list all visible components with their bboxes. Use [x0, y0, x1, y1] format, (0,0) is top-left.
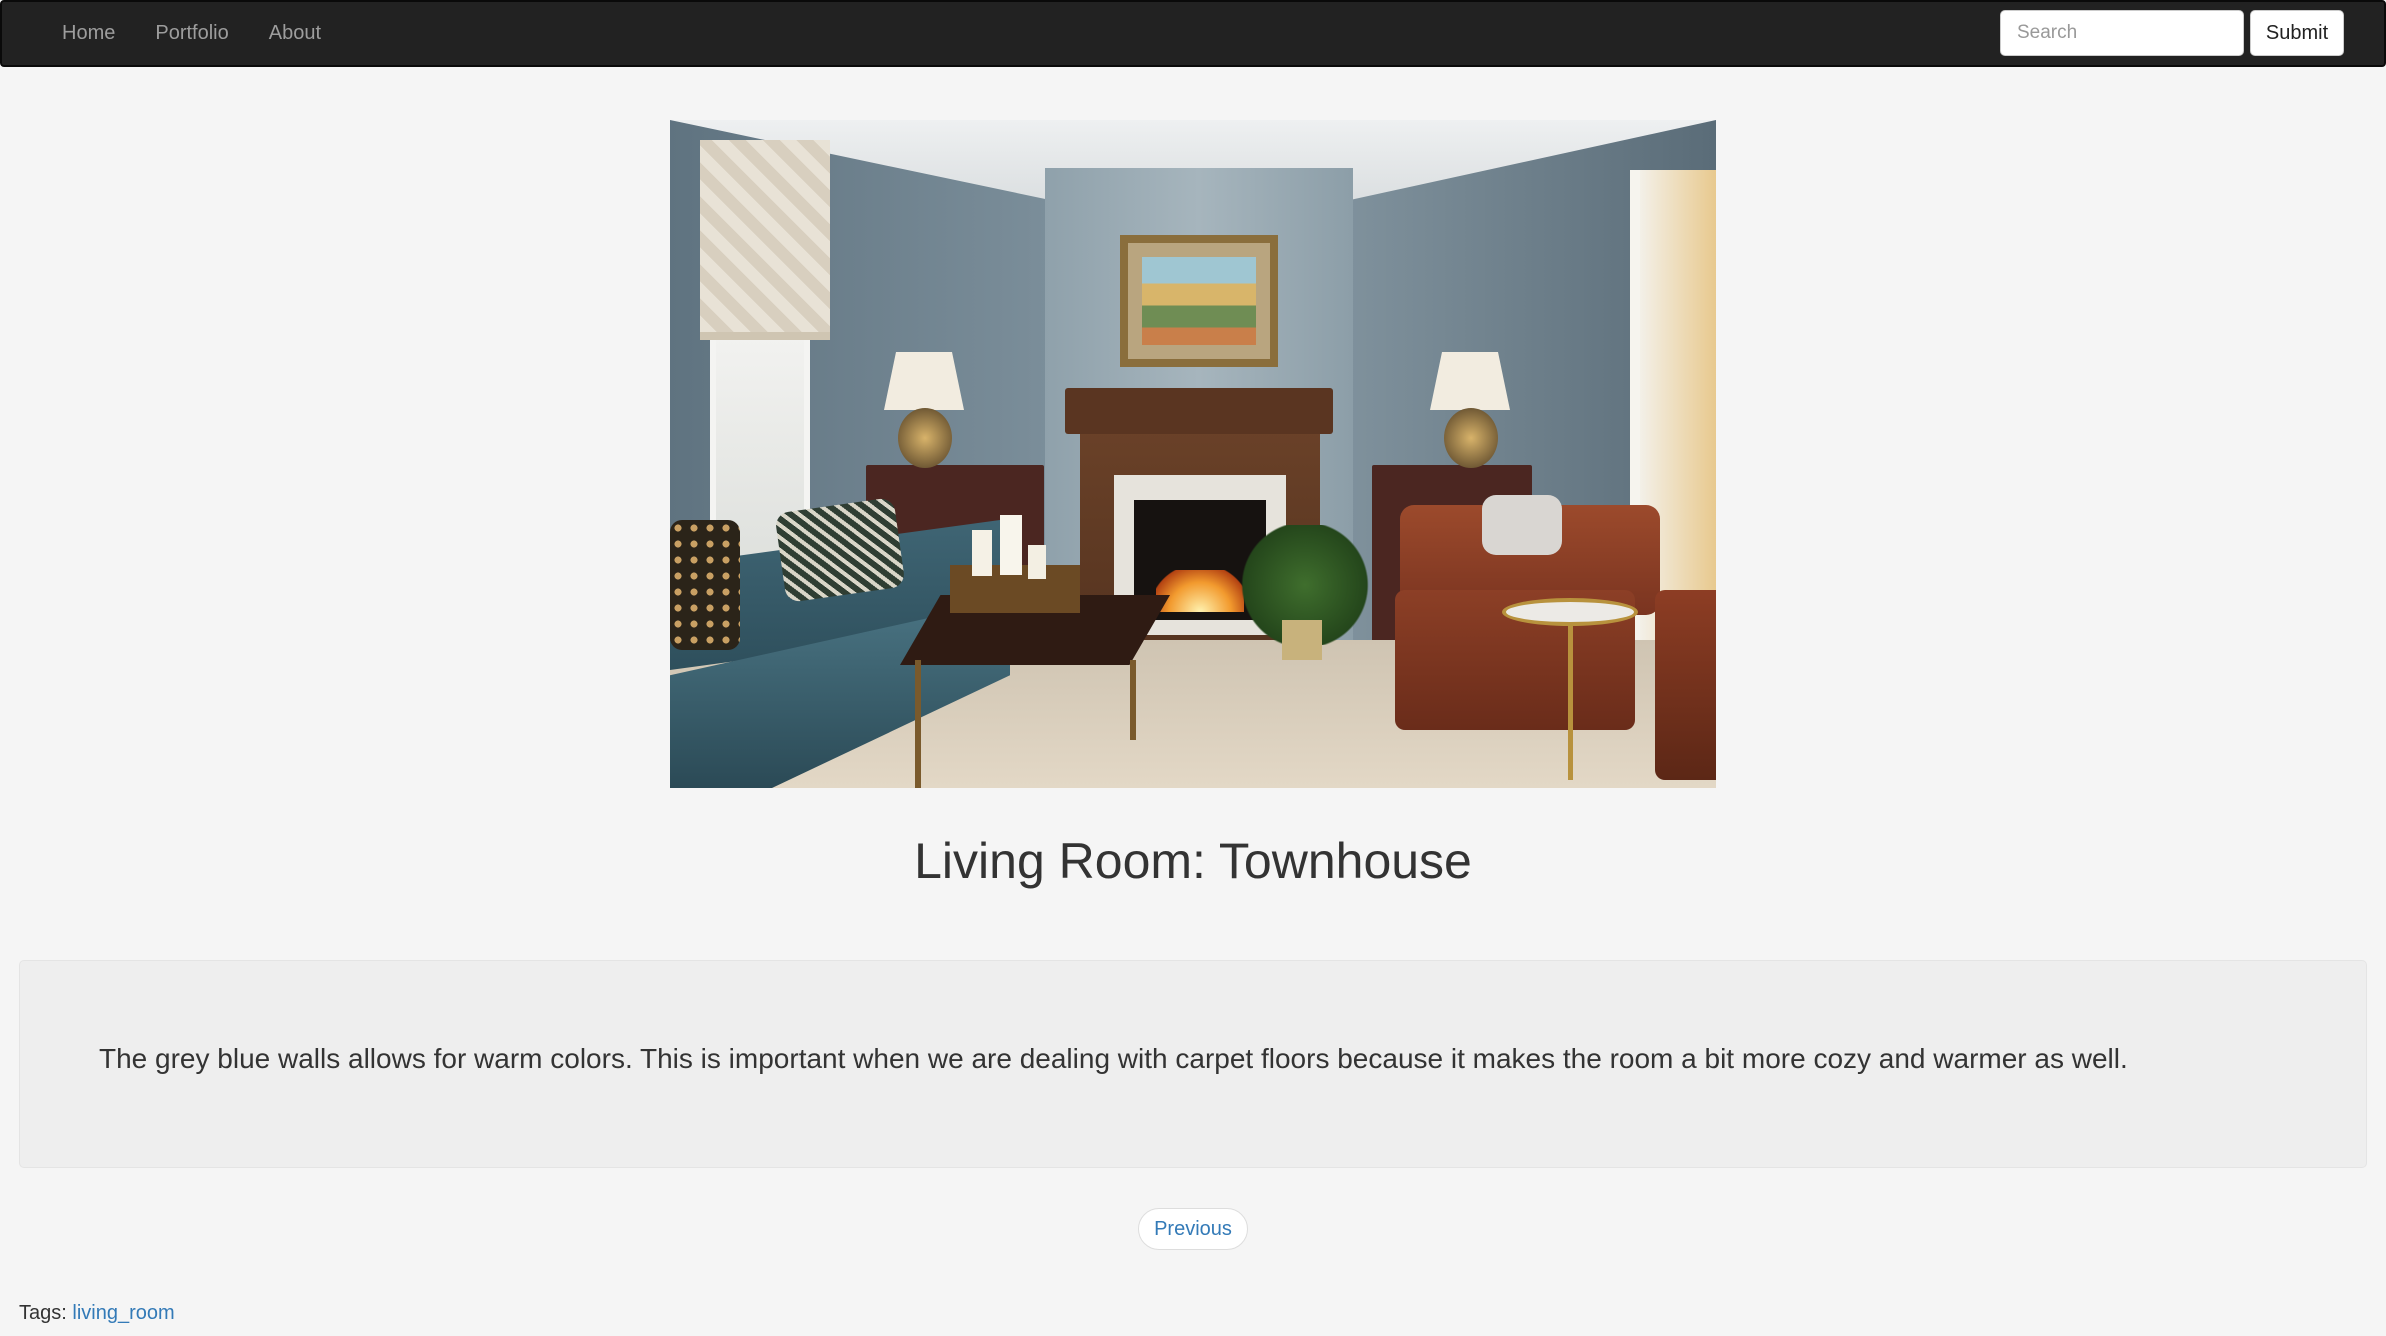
photo-side-table-leg: [1568, 625, 1573, 780]
photo-right-lamp-base: [1444, 408, 1498, 468]
photo-mantel: [1065, 388, 1333, 434]
photo-armchair-pillow: [1482, 495, 1562, 555]
photo-planter: [1282, 620, 1322, 660]
photo-left-lamp-shade: [884, 352, 964, 410]
search-form: Submit: [2000, 10, 2344, 56]
photo-table-leg: [915, 660, 921, 788]
description-text: The grey blue walls allows for warm colo…: [99, 1043, 2128, 1074]
nav-portfolio-link[interactable]: Portfolio: [135, 22, 248, 45]
top-navbar: Home Portfolio About Submit: [0, 0, 2386, 67]
photo-second-armchair: [1655, 590, 1716, 780]
description-well: The grey blue walls allows for warm colo…: [19, 960, 2367, 1168]
previous-button[interactable]: Previous: [1138, 1208, 1248, 1250]
photo-fire: [1156, 570, 1244, 612]
photo-right-lamp-shade: [1430, 352, 1510, 410]
nav-links: Home Portfolio About: [42, 2, 341, 65]
tags-line: Tags: living_room: [19, 1302, 175, 1325]
photo-candle: [1000, 515, 1022, 575]
photo-painting: [1120, 235, 1278, 367]
submit-button[interactable]: Submit: [2250, 10, 2344, 56]
photo-left-lamp-base: [898, 408, 952, 468]
photo-candle: [972, 530, 992, 576]
photo-leopard-pillow: [670, 520, 740, 650]
page-title: Living Room: Townhouse: [914, 833, 1472, 889]
photo-table-leg: [1130, 660, 1136, 740]
nav-about-link[interactable]: About: [249, 22, 341, 45]
tags-label: Tags:: [19, 1302, 67, 1324]
photo-painting-canvas: [1142, 257, 1256, 345]
search-input[interactable]: [2000, 10, 2244, 56]
photo-candle: [1028, 545, 1046, 579]
tag-link-living-room[interactable]: living_room: [72, 1302, 174, 1324]
photo-patterned-pillow: [774, 497, 906, 603]
photo-side-table: [1502, 598, 1638, 626]
living-room-photo: [670, 120, 1716, 788]
nav-home-link[interactable]: Home: [42, 22, 135, 45]
photo-roman-shade: [700, 140, 830, 340]
